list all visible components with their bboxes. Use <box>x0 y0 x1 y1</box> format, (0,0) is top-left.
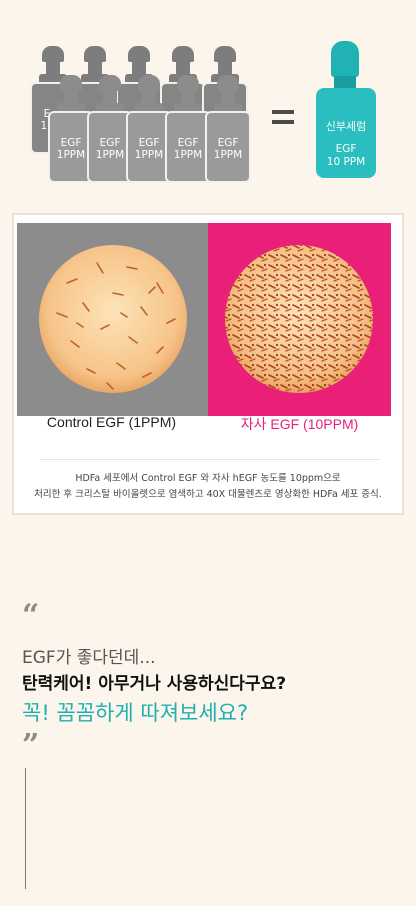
teal-bottle-neck <box>334 76 356 88</box>
teal-bottle-egf: EGF <box>335 143 357 155</box>
gray-bottle-label-line2: 1PPM <box>213 149 243 161</box>
panel-divider <box>40 459 380 460</box>
quote-line-2: 탄력케어! 아무거나 사용하신다구요? <box>22 674 287 694</box>
cell-comparison-panel: Control EGF (1PPM) 자사 EGF (10PPM) HDFa 세… <box>12 213 404 515</box>
open-quote-mark: “ <box>22 598 40 633</box>
equals-sign-top-bar <box>272 110 294 114</box>
treated-cell-dish-image <box>225 245 373 393</box>
caption-line-1: HDFa 세포에서 Control EGF 와 자사 hEGF 농도를 10pp… <box>75 473 341 484</box>
control-cell-dish-image <box>39 245 187 393</box>
control-label: Control EGF (1PPM) <box>46 414 177 430</box>
equals-sign-bottom-bar <box>272 120 294 124</box>
vertical-rule <box>25 768 26 889</box>
teal-bottle-ppm: 10 PPM <box>326 156 366 168</box>
quote-line-3: 꼭! 꼼꼼하게 따져보세요? <box>22 701 249 725</box>
treated-label: 자사 EGF (10PPM) <box>240 416 359 432</box>
teal-bottle-dropper-cap <box>331 41 359 77</box>
quote-line-1: EGF가 좋다던데... <box>22 648 156 668</box>
close-quote-mark: ” <box>22 728 40 763</box>
teal-bottle-name: 신부세럼 <box>325 120 367 133</box>
treated-image-background <box>208 223 391 416</box>
caption-line-2: 처리한 후 크리스탈 바이올렛으로 염색하고 40X 대물렌즈로 영상화한 HD… <box>34 489 382 500</box>
control-image-background <box>17 223 209 416</box>
gray-bottle-label-line1: EGF <box>217 137 239 149</box>
